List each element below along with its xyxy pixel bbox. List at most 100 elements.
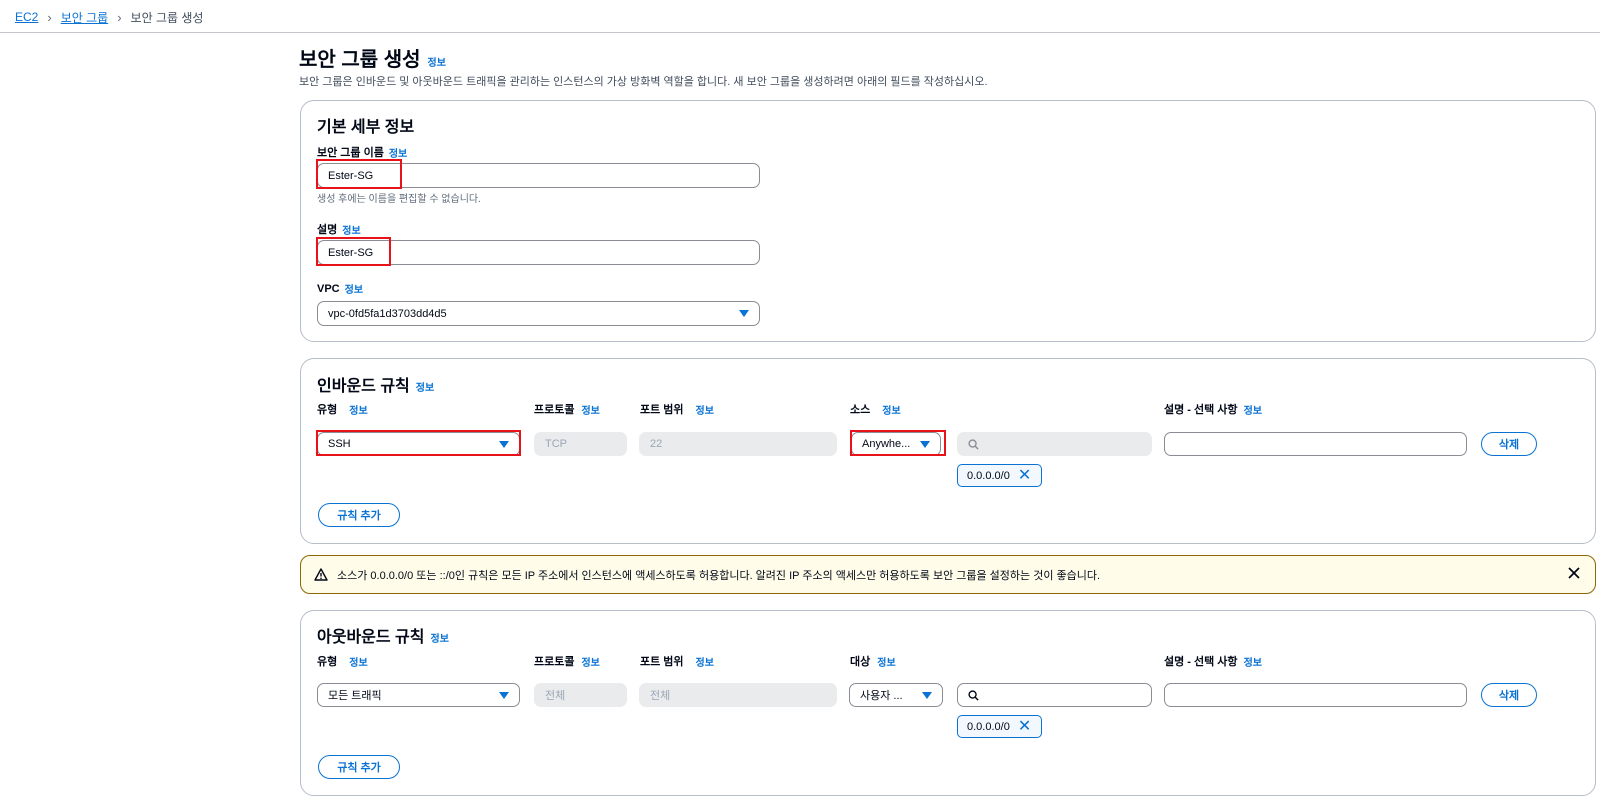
inbound-rules-panel: 인바운드 규칙 정보 유형 정보 프로토콜 정보 포트 범위 정보 소스 정보 … [300, 358, 1596, 544]
outbound-info-link[interactable]: 정보 [431, 630, 449, 645]
outbound-col-port: 포트 범위 정보 [640, 653, 714, 669]
inbound-type-value: SSH [328, 438, 351, 450]
close-icon[interactable]: ✕ [1018, 467, 1031, 484]
inbound-source-select[interactable]: Anywhe... [851, 432, 941, 456]
caret-down-icon [499, 692, 509, 699]
outbound-col-type-label: 유형 [317, 656, 338, 668]
outbound-col-type-info[interactable]: 정보 [349, 654, 367, 669]
basic-details-title-row: 기본 세부 정보 [317, 113, 414, 137]
vpc-info-link[interactable]: 정보 [345, 281, 363, 296]
inbound-cidr-token: 0.0.0.0/0 ✕ [957, 464, 1042, 487]
page-title: 보안 그룹 생성 [299, 49, 421, 71]
inbound-col-source-info[interactable]: 정보 [882, 402, 900, 417]
outbound-col-port-label: 포트 범위 [640, 656, 684, 668]
vpc-select[interactable]: vpc-0fd5fa1d3703dd4d5 [317, 301, 760, 326]
outbound-col-desc-label: 설명 - 선택 사항 [1164, 656, 1238, 668]
outbound-cidr-token: 0.0.0.0/0 ✕ [957, 715, 1042, 738]
warning-alert: 소스가 0.0.0.0/0 또는 ::/0인 규칙은 모든 IP 주소에서 인스… [300, 555, 1596, 594]
breadcrumb: EC2 › 보안 그룹 › 보안 그룹 생성 [15, 9, 203, 25]
search-icon [968, 439, 979, 450]
description-label: 설명 [317, 224, 338, 236]
outbound-col-desc-info[interactable]: 정보 [1244, 654, 1262, 669]
close-icon[interactable]: ✕ [1018, 718, 1031, 735]
outbound-dest-search[interactable] [957, 683, 1152, 707]
inbound-col-source: 소스 정보 [850, 401, 901, 417]
warning-icon [314, 568, 328, 581]
basic-details-panel: 기본 세부 정보 보안 그룹 이름 정보 Ester-SG 생성 후에는 이름을… [300, 100, 1596, 342]
chevron-right-icon: › [47, 9, 52, 25]
sg-name-value: Ester-SG [328, 169, 374, 182]
inbound-col-desc: 설명 - 선택 사항 정보 [1164, 401, 1262, 417]
outbound-col-port-info[interactable]: 정보 [696, 654, 714, 669]
inbound-title: 인바운드 규칙 [317, 378, 410, 395]
outbound-type-select[interactable]: 모든 트래픽 [317, 683, 520, 707]
inbound-cidr-value: 0.0.0.0/0 [967, 469, 1010, 482]
inbound-type-select[interactable]: SSH [317, 432, 520, 456]
inbound-title-row: 인바운드 규칙 정보 [317, 372, 434, 396]
vpc-value: vpc-0fd5fa1d3703dd4d5 [328, 307, 447, 320]
outbound-add-rule-button[interactable]: 규칙 추가 [318, 755, 400, 779]
sg-name-info-link[interactable]: 정보 [389, 145, 407, 160]
inbound-col-port-info[interactable]: 정보 [696, 402, 714, 417]
vpc-label-row: VPC 정보 [317, 281, 363, 297]
inbound-source-value: Anywhe... [862, 438, 911, 450]
breadcrumb-current: 보안 그룹 생성 [130, 10, 204, 25]
outbound-dest-select[interactable]: 사용자 ... [849, 683, 943, 707]
warning-text: 소스가 0.0.0.0/0 또는 ::/0인 규칙은 모든 IP 주소에서 인스… [337, 569, 1101, 582]
inbound-col-desc-label: 설명 - 선택 사항 [1164, 404, 1238, 416]
sg-name-input[interactable]: Ester-SG [317, 163, 760, 188]
description-label-row: 설명 정보 [317, 221, 361, 237]
page-description: 보안 그룹은 인바운드 및 아웃바운드 트래픽을 관리하는 인스턴스의 가상 방… [299, 76, 988, 88]
inbound-desc-input[interactable] [1164, 432, 1467, 456]
breadcrumb-ec2-link[interactable]: EC2 [15, 10, 38, 24]
inbound-info-link[interactable]: 정보 [416, 379, 434, 394]
outbound-col-protocol-info[interactable]: 정보 [581, 654, 599, 669]
outbound-delete-button[interactable]: 삭제 [1481, 683, 1537, 707]
vpc-label: VPC [317, 282, 340, 295]
close-icon[interactable] [1567, 566, 1581, 580]
inbound-col-protocol-label: 프로토콜 [534, 404, 575, 416]
inbound-source-search[interactable] [957, 432, 1152, 456]
inbound-col-desc-info[interactable]: 정보 [1244, 402, 1262, 417]
header-divider [0, 32, 1600, 33]
description-input[interactable]: Ester-SG [317, 240, 760, 265]
inbound-protocol-field: TCP [534, 432, 627, 456]
sg-name-hint: 생성 후에는 이름을 편집할 수 없습니다. [317, 194, 481, 205]
inbound-col-protocol: 프로토콜 정보 [534, 401, 600, 417]
page-info-link[interactable]: 정보 [428, 54, 446, 69]
outbound-protocol-field: 전체 [534, 683, 627, 707]
caret-down-icon [922, 692, 932, 699]
outbound-desc-input[interactable] [1164, 683, 1467, 707]
inbound-protocol-value: TCP [545, 438, 567, 450]
caret-down-icon [920, 441, 930, 448]
inbound-col-protocol-info[interactable]: 정보 [581, 402, 599, 417]
outbound-col-dest-info[interactable]: 정보 [877, 654, 895, 669]
inbound-delete-button[interactable]: 삭제 [1481, 432, 1537, 456]
outbound-col-dest: 대상 정보 [850, 653, 896, 669]
outbound-title-row: 아웃바운드 규칙 정보 [317, 623, 449, 647]
outbound-title: 아웃바운드 규칙 [317, 629, 425, 646]
sg-name-label-row: 보안 그룹 이름 정보 [317, 144, 407, 160]
outbound-cidr-value: 0.0.0.0/0 [967, 720, 1010, 733]
inbound-add-rule-button[interactable]: 규칙 추가 [318, 503, 400, 527]
outbound-col-desc: 설명 - 선택 사항 정보 [1164, 653, 1262, 669]
outbound-dest-value: 사용자 ... [860, 690, 903, 702]
caret-down-icon [499, 441, 509, 448]
inbound-col-source-label: 소스 [850, 404, 871, 416]
outbound-col-type: 유형 정보 [317, 653, 368, 669]
description-info-link[interactable]: 정보 [342, 222, 360, 237]
outbound-port-value: 전체 [650, 690, 671, 702]
outbound-type-value: 모든 트래픽 [328, 690, 382, 702]
search-icon [968, 690, 979, 701]
outbound-port-field: 전체 [639, 683, 837, 707]
outbound-protocol-value: 전체 [545, 690, 566, 702]
page-title-row: 보안 그룹 생성 정보 [299, 43, 446, 72]
inbound-col-type-label: 유형 [317, 404, 338, 416]
chevron-right-icon: › [117, 9, 122, 25]
breadcrumb-security-groups-link[interactable]: 보안 그룹 [61, 9, 109, 26]
inbound-col-port-label: 포트 범위 [640, 404, 684, 416]
inbound-port-value: 22 [650, 438, 663, 450]
inbound-col-type-info[interactable]: 정보 [349, 402, 367, 417]
basic-details-title: 기본 세부 정보 [317, 119, 415, 136]
outbound-rules-panel: 아웃바운드 규칙 정보 유형 정보 프로토콜 정보 포트 범위 정보 대상 정보… [300, 610, 1596, 796]
